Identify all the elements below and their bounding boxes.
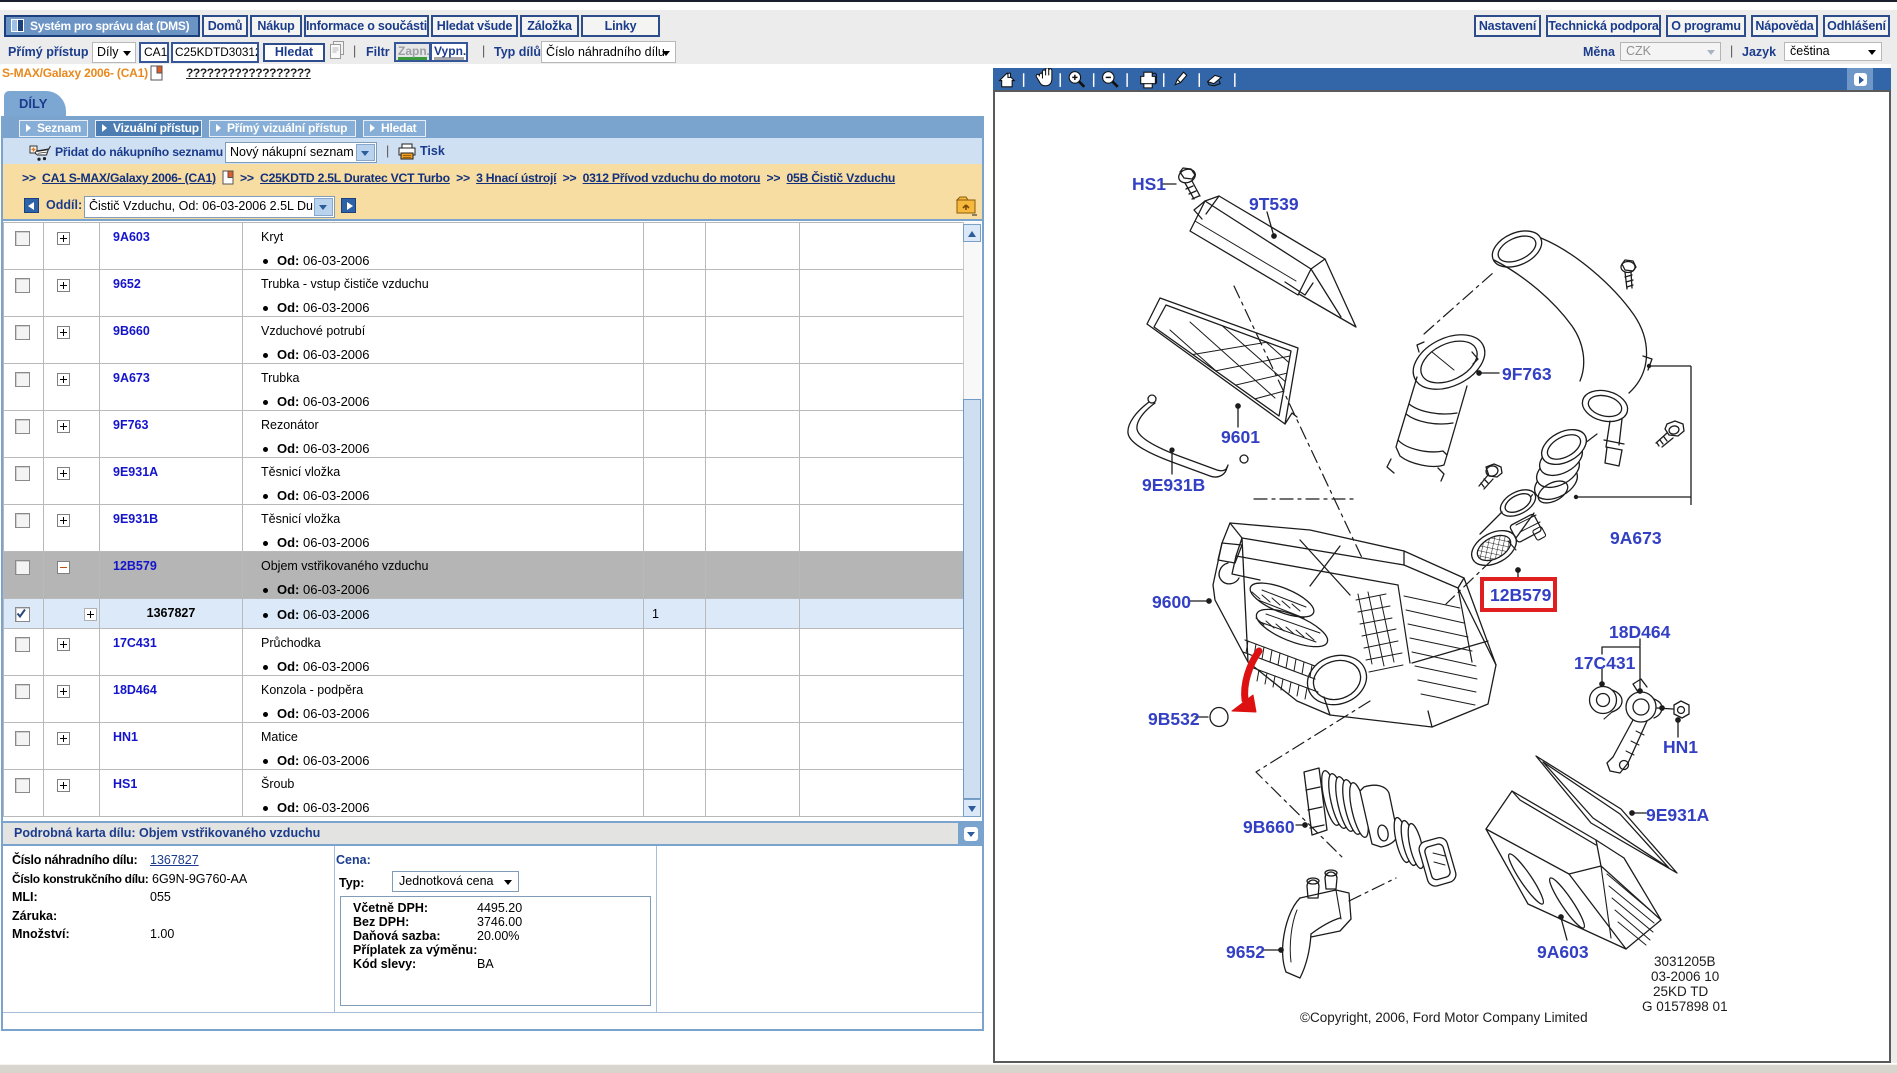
svg-text:HN1: HN1 [1663,737,1698,757]
svg-text:9A673: 9A673 [1610,528,1662,548]
svg-text:12B579: 12B579 [1490,585,1552,605]
svg-text:9652: 9652 [1226,942,1265,962]
svg-text:©Copyright, 2006, Ford Motor C: ©Copyright, 2006, Ford Motor Company Lim… [1300,1010,1588,1025]
svg-text:9F763: 9F763 [1502,364,1552,384]
svg-text:HS1: HS1 [1132,174,1166,194]
svg-text:9E931B: 9E931B [1142,475,1205,495]
svg-text:9600: 9600 [1152,592,1191,612]
svg-text:03-2006 10: 03-2006 10 [1651,969,1719,984]
svg-text:9A603: 9A603 [1537,942,1589,962]
svg-text:3031205B: 3031205B [1654,954,1716,969]
svg-text:25KD TD: 25KD TD [1653,984,1709,999]
svg-text:9B660: 9B660 [1243,817,1295,837]
svg-text:9B532: 9B532 [1148,709,1200,729]
svg-text:17C431: 17C431 [1574,653,1636,673]
svg-text:18D464: 18D464 [1609,622,1671,642]
svg-text:G 0157898 01: G 0157898 01 [1642,999,1728,1014]
svg-text:9E931A: 9E931A [1646,805,1710,825]
svg-text:9601: 9601 [1221,427,1260,447]
svg-text:9T539: 9T539 [1249,194,1299,214]
